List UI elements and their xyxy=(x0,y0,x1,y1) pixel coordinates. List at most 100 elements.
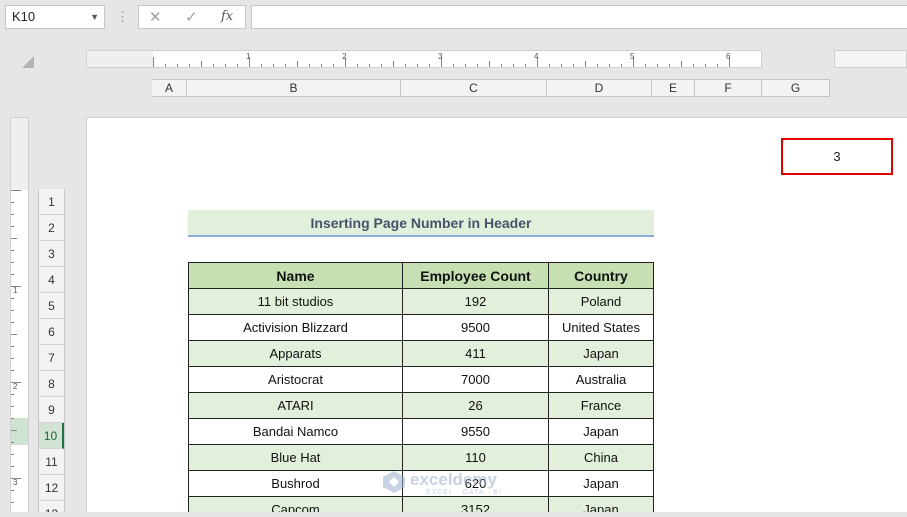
ruler-tick xyxy=(11,418,14,419)
ruler-margin xyxy=(11,118,28,190)
ruler-tick xyxy=(453,64,454,67)
cell-name[interactable]: Apparats xyxy=(188,340,403,367)
ruler-tick xyxy=(11,274,14,275)
ruler-tick xyxy=(165,64,166,67)
ruler-tick xyxy=(11,370,14,371)
column-header-d[interactable]: D xyxy=(547,80,652,96)
ruler-tick xyxy=(11,490,14,491)
ruler-number: 3 xyxy=(438,52,443,61)
ruler-number: 3 xyxy=(13,478,18,487)
ruler-tick xyxy=(393,61,394,67)
ruler-tick xyxy=(273,64,274,67)
cell-employee-count[interactable]: 192 xyxy=(402,288,549,315)
insert-function-icon[interactable]: fx xyxy=(221,9,233,24)
row-header-8[interactable]: 8 xyxy=(39,371,64,397)
row-header-9[interactable]: 9 xyxy=(39,397,64,423)
cell-employee-count[interactable]: 110 xyxy=(402,444,549,471)
chevron-down-icon[interactable]: ▼ xyxy=(90,6,99,28)
name-box-value: K10 xyxy=(12,9,36,24)
cell-employee-count[interactable]: 9550 xyxy=(402,418,549,445)
ruler-tick xyxy=(225,64,226,67)
ruler-tick xyxy=(11,310,14,311)
watermark-tagline: EXCEL · DATA · BI xyxy=(426,489,502,496)
header-employee-count[interactable]: Employee Count xyxy=(402,262,549,289)
column-header-a[interactable]: A xyxy=(152,80,187,96)
horizontal-ruler: 1 2 3 4 5 6 xyxy=(86,50,762,68)
cell-country[interactable]: Australia xyxy=(548,366,654,393)
cell-country[interactable]: United States xyxy=(548,314,654,341)
ruler-tick xyxy=(525,64,526,67)
cell-name[interactable]: Bushrod xyxy=(188,470,403,497)
ruler-number: 2 xyxy=(13,382,18,391)
ruler-tick xyxy=(513,64,514,67)
row-header-1[interactable]: 1 xyxy=(39,189,64,215)
ruler-tick xyxy=(477,64,478,67)
ruler-tick xyxy=(11,298,14,299)
ruler-tick xyxy=(11,202,14,203)
column-header-f[interactable]: F xyxy=(695,80,762,96)
table-row: Blue Hat 110 China xyxy=(188,444,654,471)
row-header-11[interactable]: 11 xyxy=(39,449,64,475)
cell-name[interactable]: Blue Hat xyxy=(188,444,403,471)
ruler-tick xyxy=(501,64,502,67)
ruler-number: 5 xyxy=(630,52,635,61)
cancel-icon[interactable]: ✕ xyxy=(149,8,162,26)
row-header-10[interactable]: 10 xyxy=(39,423,64,449)
ruler-tick xyxy=(573,64,574,67)
enter-icon[interactable]: ✓ xyxy=(185,8,198,26)
cell-name[interactable]: Bandai Namco xyxy=(188,418,403,445)
ruler-tick xyxy=(681,61,682,67)
cell-country[interactable]: Poland xyxy=(548,288,654,315)
header-name[interactable]: Name xyxy=(188,262,403,289)
cell-employee-count[interactable]: 7000 xyxy=(402,366,549,393)
cell-employee-count[interactable]: 9500 xyxy=(402,314,549,341)
ruler-tick xyxy=(693,64,694,67)
column-header-c[interactable]: C xyxy=(401,80,547,96)
column-header-b[interactable]: B xyxy=(187,80,401,96)
cell-name[interactable]: ATARI xyxy=(188,392,403,419)
row-header-2[interactable]: 2 xyxy=(39,215,64,241)
cell-name[interactable]: Aristocrat xyxy=(188,366,403,393)
row-header-6[interactable]: 6 xyxy=(39,319,64,345)
ruler-tick xyxy=(405,64,406,67)
header-country[interactable]: Country xyxy=(548,262,654,289)
ruler-selection-marker xyxy=(11,418,28,445)
row-header-7[interactable]: 7 xyxy=(39,345,64,371)
formula-input[interactable] xyxy=(251,5,907,29)
name-box[interactable]: K10 ▼ xyxy=(5,5,105,29)
ruler-tick xyxy=(285,64,286,67)
ruler-tick xyxy=(417,64,418,67)
cell-country[interactable]: Japan xyxy=(548,340,654,367)
ruler-tick xyxy=(213,64,214,67)
column-header-g[interactable]: G xyxy=(762,80,830,96)
ruler-tick xyxy=(465,64,466,67)
select-all-button[interactable] xyxy=(22,56,34,68)
header-page-number[interactable]: 3 xyxy=(781,138,893,175)
cell-name[interactable]: 11 bit studios xyxy=(188,288,403,315)
ruler-tick xyxy=(429,64,430,67)
drag-handle-icon[interactable]: ⋮ xyxy=(116,9,129,25)
ruler-tick xyxy=(309,64,310,67)
row-header-3[interactable]: 3 xyxy=(39,241,64,267)
cell-country[interactable]: China xyxy=(548,444,654,471)
ruler-tick xyxy=(645,64,646,67)
ruler-tick xyxy=(561,64,562,67)
cell-employee-count[interactable]: 411 xyxy=(402,340,549,367)
row-header-12[interactable]: 12 xyxy=(39,475,64,501)
ruler-tick xyxy=(357,64,358,67)
cell-name[interactable]: Activision Blizzard xyxy=(188,314,403,341)
cell-country[interactable]: France xyxy=(548,392,654,419)
table-row: Activision Blizzard 9500 United States xyxy=(188,314,654,341)
row-header-5[interactable]: 5 xyxy=(39,293,64,319)
cell-employee-count[interactable]: 26 xyxy=(402,392,549,419)
ruler-tick xyxy=(11,238,17,239)
ruler-tick xyxy=(657,64,658,67)
ruler-tick xyxy=(11,262,14,263)
sheet-title[interactable]: Inserting Page Number in Header xyxy=(188,210,654,237)
column-header-e[interactable]: E xyxy=(652,80,695,96)
cell-country[interactable]: Japan xyxy=(548,418,654,445)
cell-country[interactable]: Japan xyxy=(548,470,654,497)
ruler-tick xyxy=(11,442,14,443)
row-header-4[interactable]: 4 xyxy=(39,267,64,293)
ruler-tick xyxy=(549,64,550,67)
